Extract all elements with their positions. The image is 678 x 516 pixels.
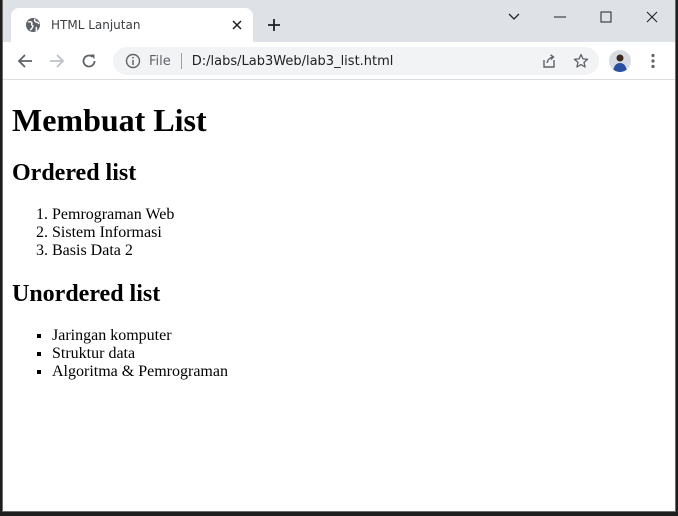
ordered-list-item: Basis Data 2	[52, 242, 666, 260]
unordered-list-item: Struktur data	[52, 345, 666, 363]
omnibox-divider	[180, 53, 182, 69]
star-icon[interactable]	[571, 51, 591, 71]
close-icon[interactable]	[229, 17, 245, 33]
unordered-list-item: Algoritma & Pemrograman	[52, 363, 666, 381]
page-content: Membuat List Ordered list Pemrograman We…	[3, 81, 675, 511]
unordered-list-heading: Unordered list	[12, 281, 161, 307]
ordered-list-item: Pemrograman Web	[52, 206, 666, 224]
globe-icon	[25, 17, 41, 33]
forward-arrow-icon[interactable]	[45, 49, 69, 73]
tab-title: HTML Lanjutan	[51, 18, 141, 32]
chevron-down-icon[interactable]	[491, 4, 537, 30]
kebab-menu-icon[interactable]	[643, 50, 663, 72]
ordered-list-heading: Ordered list	[12, 160, 137, 186]
share-icon[interactable]	[539, 51, 559, 71]
maximize-icon[interactable]	[583, 4, 629, 30]
info-icon[interactable]	[125, 53, 141, 69]
url-text[interactable]: D:/labs/Lab3Web/lab3_list.html	[192, 54, 394, 69]
ordered-list-item: Sistem Informasi	[52, 224, 666, 242]
unordered-list-item: Jaringan komputer	[52, 327, 666, 345]
unordered-list: Jaringan komputer Struktur data Algoritm…	[12, 327, 666, 381]
scheme-label: File	[149, 53, 171, 69]
tab-active[interactable]: HTML Lanjutan	[11, 8, 253, 42]
back-arrow-icon[interactable]	[13, 49, 37, 73]
avatar[interactable]	[609, 50, 631, 72]
tab-strip: HTML Lanjutan	[3, 0, 675, 42]
address-bar[interactable]: File D:/labs/Lab3Web/lab3_list.html	[113, 47, 599, 75]
reload-icon[interactable]	[77, 49, 101, 73]
minimize-icon[interactable]	[537, 4, 583, 30]
plus-icon[interactable]	[263, 14, 285, 36]
browser-window: HTML Lanjutan File D:/labs/Lab3Web/lab3_…	[2, 0, 676, 512]
toolbar: File D:/labs/Lab3Web/lab3_list.html	[3, 42, 675, 80]
window-close-icon[interactable]	[629, 4, 675, 30]
page-title: Membuat List	[12, 102, 207, 138]
ordered-list: Pemrograman Web Sistem Informasi Basis D…	[12, 206, 666, 260]
